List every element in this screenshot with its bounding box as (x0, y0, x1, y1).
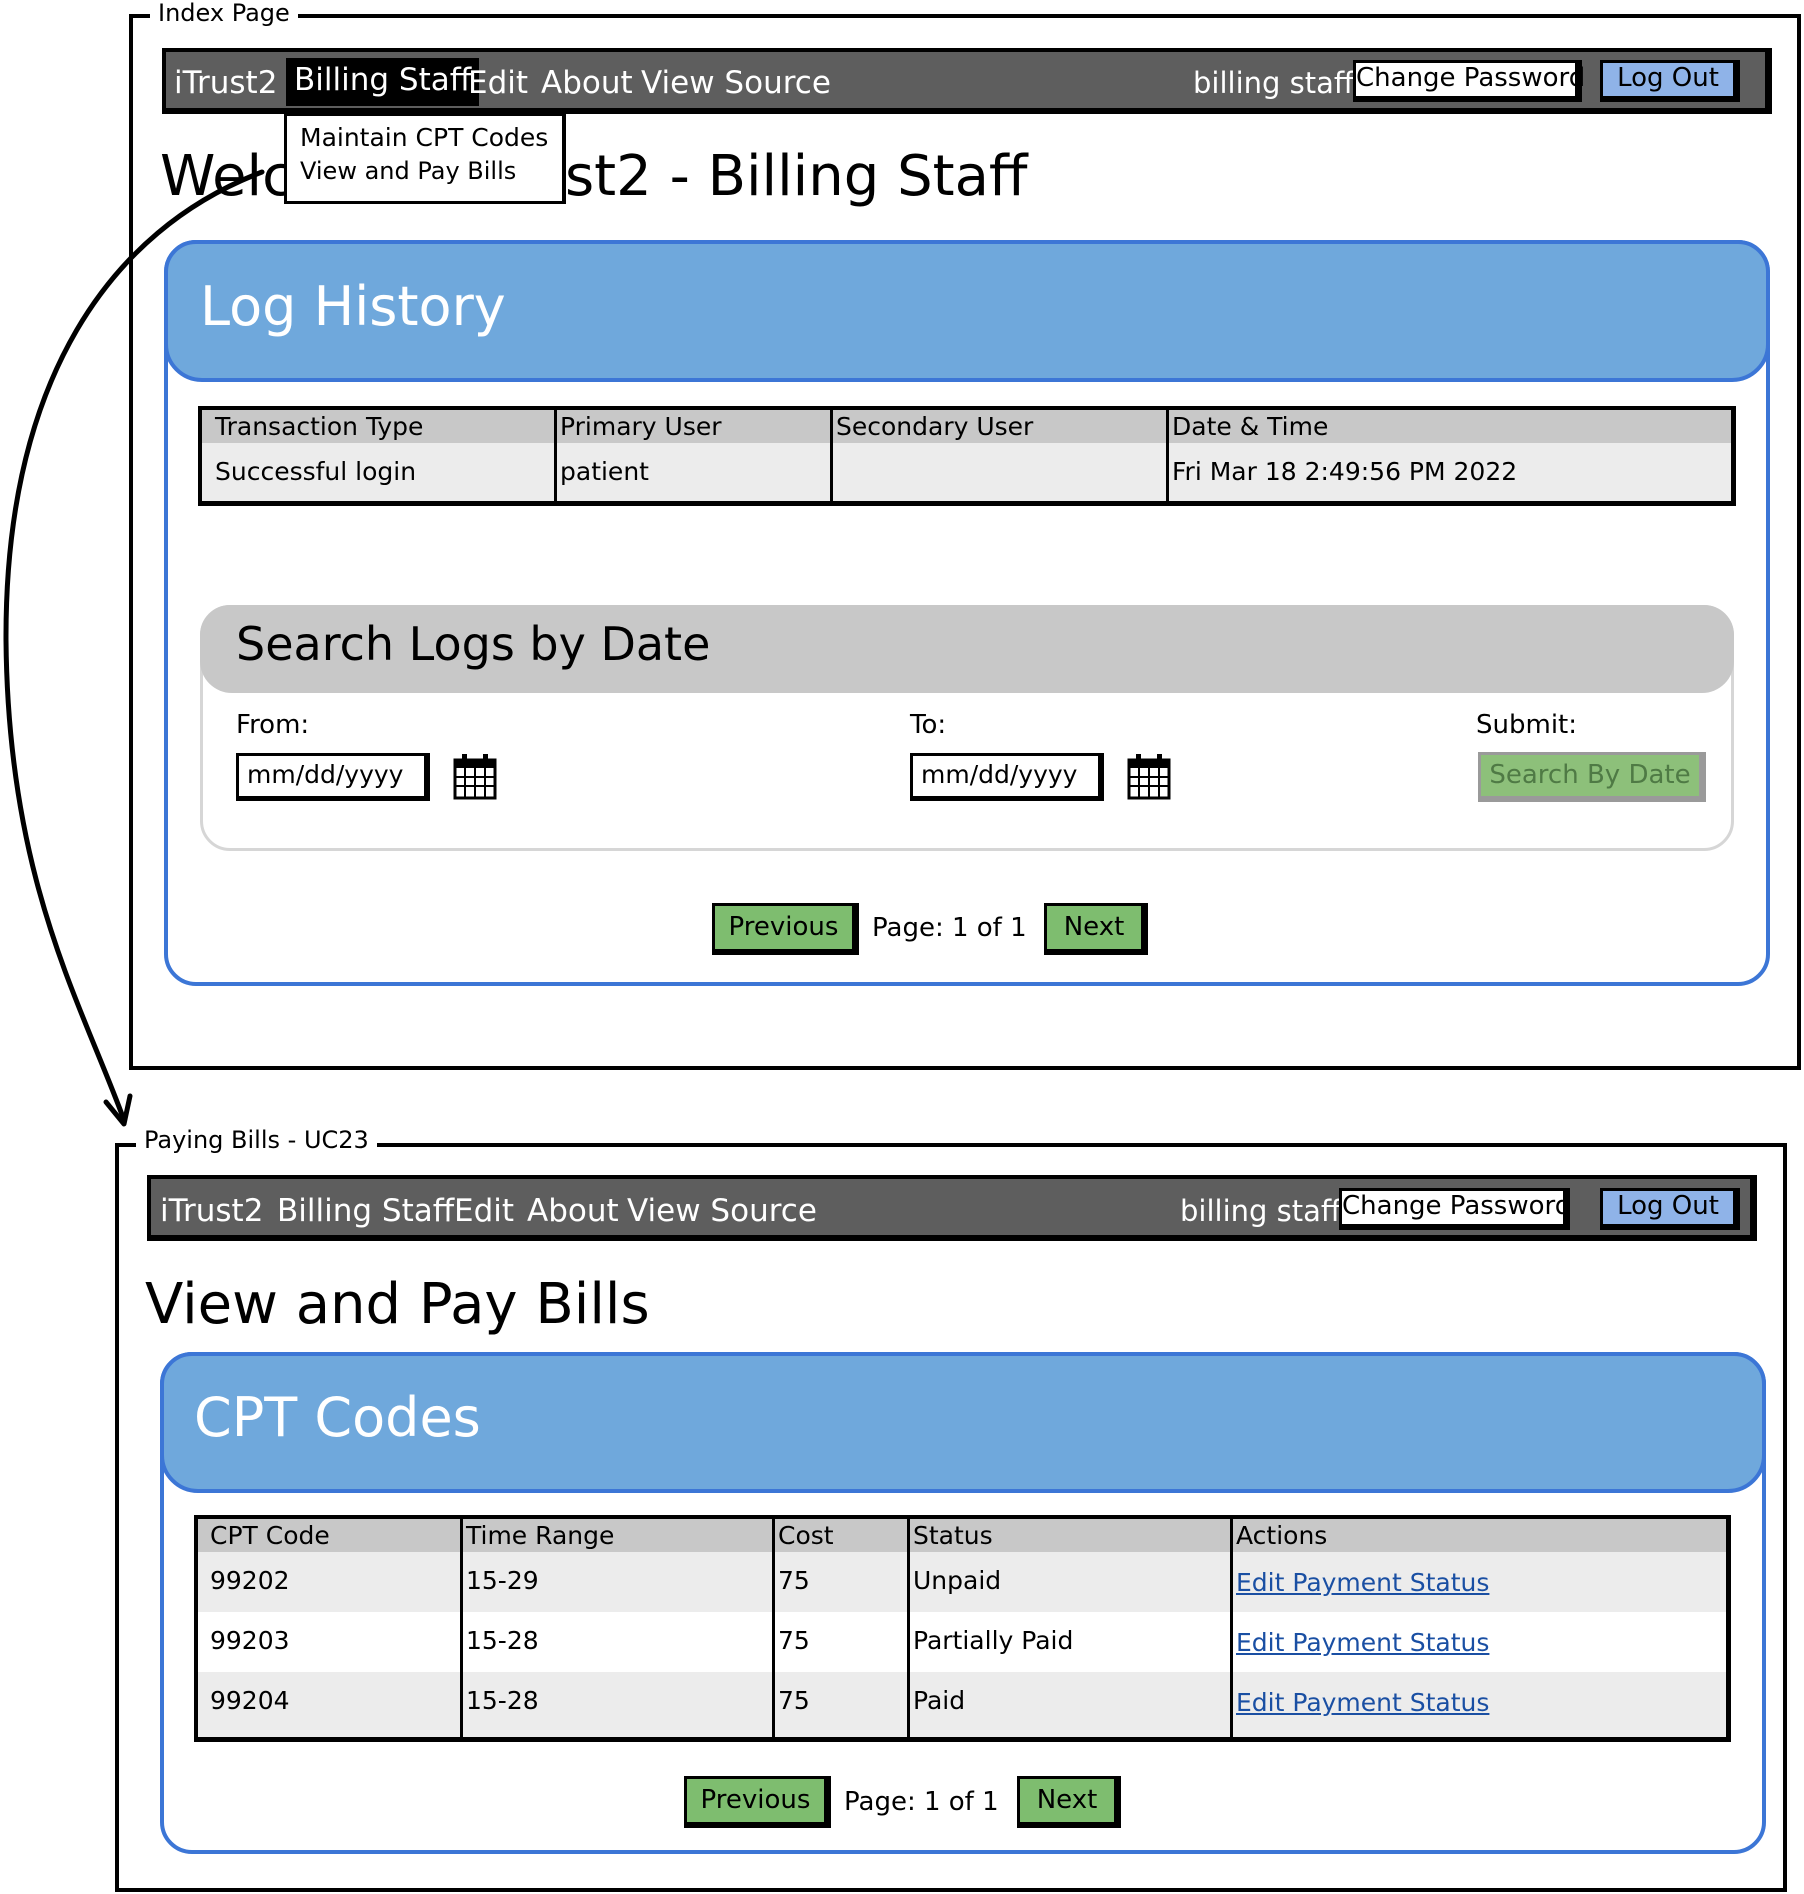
nav-billing-staff[interactable]: Billing Staff (277, 1191, 454, 1231)
nav-brand[interactable]: iTrust2 (160, 1191, 263, 1231)
column-header-status: Status (913, 1521, 993, 1550)
to-date-input[interactable]: mm/dd/yyyy (910, 753, 1104, 801)
bills-page-frame-title: Paying Bills - UC23 (136, 1127, 377, 1153)
menu-item-view-and-pay-bills[interactable]: View and Pay Bills (300, 155, 516, 187)
log-out-button[interactable]: Log Out (1600, 60, 1740, 102)
nav-view-source[interactable]: View Source (641, 63, 831, 103)
cell-status: Partially Paid (913, 1626, 1074, 1655)
from-calendar-icon[interactable] (452, 752, 498, 802)
log-history-title: Log History (200, 275, 506, 338)
cell-primary-user: patient (560, 457, 649, 486)
column-header-secondary-user: Secondary User (836, 412, 1034, 441)
nav-about[interactable]: About (527, 1191, 619, 1231)
nav-user-name: billing staff (1180, 1194, 1341, 1228)
log-out-button[interactable]: Log Out (1600, 1188, 1740, 1230)
page-title-left: Welc (160, 144, 293, 209)
change-password-button[interactable]: Change Password (1353, 60, 1585, 102)
cell-cost: 75 (778, 1686, 810, 1715)
edit-payment-status-link[interactable]: Edit Payment Status (1236, 1628, 1489, 1657)
column-divider (1230, 1519, 1233, 1737)
index-page-frame-title: Index Page (150, 0, 298, 26)
page-indicator: Page: 1 of 1 (844, 1787, 999, 1817)
edit-payment-status-link[interactable]: Edit Payment Status (1236, 1688, 1489, 1717)
previous-button[interactable]: Previous (684, 1776, 831, 1828)
column-divider (1166, 410, 1169, 501)
from-date-input[interactable]: mm/dd/yyyy (236, 753, 430, 801)
from-label: From: (236, 710, 310, 740)
menu-item-maintain-cpt-codes[interactable]: Maintain CPT Codes (300, 122, 548, 154)
cell-status: Paid (913, 1686, 966, 1715)
cell-cpt-code: 99203 (210, 1626, 290, 1655)
nav-billing-staff[interactable]: Billing Staff (286, 58, 480, 106)
cell-date-time: Fri Mar 18 2:49:56 PM 2022 (1172, 457, 1518, 486)
edit-payment-status-link[interactable]: Edit Payment Status (1236, 1568, 1489, 1597)
cpt-codes-title: CPT Codes (194, 1386, 481, 1449)
page-title: View and Pay Bills (145, 1272, 650, 1337)
cpt-codes-table: CPT Code Time Range Cost Status Actions … (194, 1515, 1731, 1742)
column-divider (554, 410, 557, 501)
to-label: To: (910, 710, 947, 740)
nav-about[interactable]: About (541, 63, 633, 103)
submit-label: Submit: (1476, 710, 1577, 740)
cell-transaction-type: Successful login (215, 457, 417, 486)
column-header-date-time: Date & Time (1172, 412, 1329, 441)
search-logs-title: Search Logs by Date (236, 617, 711, 671)
cell-time-range: 15-28 (466, 1686, 539, 1715)
column-divider (830, 410, 833, 501)
column-header-time-range: Time Range (466, 1521, 615, 1550)
page-title-right: st2 - Billing Staff (565, 144, 1028, 209)
search-by-date-button[interactable]: Search By Date (1478, 752, 1706, 802)
nav-view-source[interactable]: View Source (627, 1191, 817, 1231)
column-divider (460, 1519, 463, 1737)
cell-cost: 75 (778, 1566, 810, 1595)
cell-status: Unpaid (913, 1566, 1002, 1595)
cell-cost: 75 (778, 1626, 810, 1655)
column-divider (907, 1519, 910, 1737)
nav-edit[interactable]: Edit (454, 1191, 514, 1231)
change-password-button[interactable]: Change Password (1339, 1188, 1571, 1230)
cell-cpt-code: 99202 (210, 1566, 290, 1595)
cell-time-range: 15-28 (466, 1626, 539, 1655)
nav-user-name: billing staff (1193, 66, 1354, 100)
page-indicator: Page: 1 of 1 (872, 913, 1027, 943)
next-button[interactable]: Next (1044, 903, 1148, 955)
next-button[interactable]: Next (1017, 1776, 1121, 1828)
column-header-cost: Cost (778, 1521, 834, 1550)
log-table: Transaction Type Primary User Secondary … (198, 406, 1736, 506)
to-calendar-icon[interactable] (1126, 752, 1172, 802)
previous-button[interactable]: Previous (712, 903, 859, 955)
column-header-transaction-type: Transaction Type (215, 412, 424, 441)
column-header-primary-user: Primary User (560, 412, 722, 441)
column-header-cpt-code: CPT Code (210, 1521, 330, 1550)
column-header-actions: Actions (1236, 1521, 1328, 1550)
column-divider (772, 1519, 775, 1737)
nav-edit[interactable]: Edit (468, 63, 528, 103)
nav-brand[interactable]: iTrust2 (174, 63, 277, 103)
cell-time-range: 15-29 (466, 1566, 539, 1595)
cell-cpt-code: 99204 (210, 1686, 290, 1715)
